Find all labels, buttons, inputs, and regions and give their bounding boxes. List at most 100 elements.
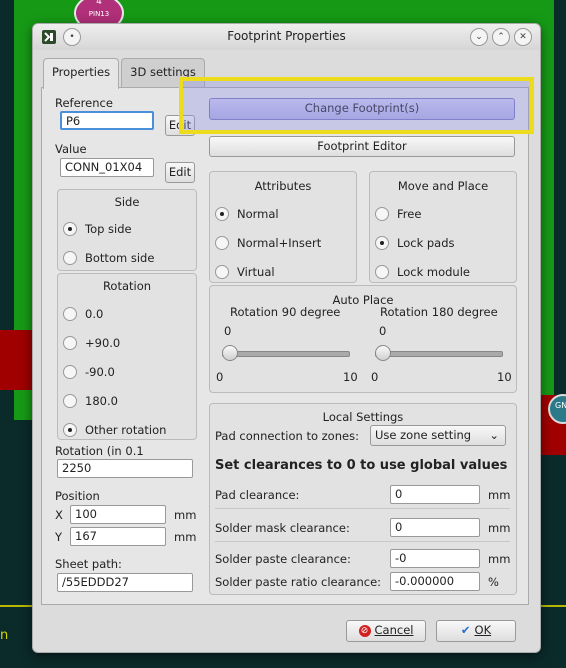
radio-lock-pads[interactable] (375, 236, 389, 250)
side-title: Side (114, 195, 140, 209)
top-side-label: Top side (85, 222, 132, 236)
pad-connection-select[interactable]: Use zone setting ⌄ (370, 425, 506, 446)
rot90-max: 10 (343, 370, 358, 384)
cancel-icon: ⊘ (358, 624, 371, 637)
position-label: Position (55, 489, 100, 503)
rot-minus90-label: -90.0 (85, 365, 115, 379)
pcb-pad-net: PIN13 (88, 10, 110, 18)
close-button[interactable]: ✕ (514, 28, 532, 46)
radio-rot-minus90[interactable] (63, 365, 77, 379)
attr-normal-insert-label: Normal+Insert (237, 236, 322, 250)
lock-module-label: Lock module (397, 265, 470, 279)
reference-label: Reference (55, 96, 113, 110)
rot180-slider-handle[interactable] (375, 345, 391, 361)
rot-other-label: Other rotation (85, 423, 167, 437)
rotation-group: Rotation 0.0 +90.0 -90.0 180.0 Other rot… (57, 273, 197, 440)
position-x-unit: mm (174, 508, 197, 522)
position-y-input[interactable]: 167 (70, 527, 166, 546)
ok-button[interactable]: ✔ OK (436, 620, 516, 642)
rot90-min: 0 (216, 370, 224, 384)
maximize-button[interactable]: ⌃ (492, 28, 510, 46)
side-group: Side Top side Bottom side (57, 189, 197, 271)
chevron-down-icon: ⌄ (489, 428, 499, 442)
radio-move-free[interactable] (375, 207, 389, 221)
separator (215, 541, 510, 542)
rot-plus90-label: +90.0 (85, 336, 121, 350)
rot180-max: 10 (497, 370, 512, 384)
radio-bottom-side[interactable] (63, 251, 77, 265)
solder-paste-ratio-unit: % (488, 575, 499, 589)
solder-mask-label: Solder mask clearance: (215, 521, 350, 535)
solder-paste-ratio-input[interactable]: -0.000000 (390, 572, 480, 591)
rot-180-label: 180.0 (85, 394, 118, 408)
lock-pads-label: Lock pads (397, 236, 455, 250)
attr-normal-label: Normal (237, 207, 279, 221)
properties-panel: Reference P6 Edit Value CONN_01X04 Edit … (41, 87, 529, 605)
rot90-slider-track[interactable] (222, 351, 350, 357)
solder-mask-input[interactable]: 0 (390, 518, 480, 537)
sheet-path-label: Sheet path: (55, 557, 122, 571)
local-settings-title: Local Settings (322, 410, 404, 424)
rot180-value: 0 (379, 324, 387, 338)
solder-paste-label: Solder paste clearance: (215, 552, 351, 566)
dialog-title: Footprint Properties (227, 29, 346, 43)
radio-attr-normal-insert[interactable] (215, 236, 229, 250)
tab-properties[interactable]: Properties (43, 58, 119, 89)
solder-paste-ratio-label: Solder paste ratio clearance: (215, 575, 382, 589)
rotation-custom-label: Rotation (in 0.1 (55, 444, 144, 458)
value-edit-button[interactable]: Edit (165, 162, 195, 183)
value-label: Value (55, 142, 87, 156)
ok-label: OK (474, 623, 492, 637)
pcb-pad-number: 4 (96, 0, 102, 7)
radio-lock-module[interactable] (375, 265, 389, 279)
rot180-slider-track[interactable] (375, 351, 503, 357)
position-y-unit: mm (174, 530, 197, 544)
pad-clearance-label: Pad clearance: (215, 488, 300, 502)
sheet-path-input[interactable]: /55EDDD27 (57, 573, 193, 592)
move-place-title: Move and Place (397, 179, 489, 193)
solder-paste-input[interactable]: -0 (390, 549, 480, 568)
rot-0-label: 0.0 (85, 307, 104, 321)
position-y-label: Y (55, 530, 63, 544)
pcb-pad-right-label: GN (555, 401, 566, 410)
title-bar[interactable]: • Footprint Properties ⌄ ⌃ ✕ (33, 24, 540, 50)
radio-top-side[interactable] (63, 222, 77, 236)
position-x-label: X (55, 508, 63, 522)
radio-rot-0[interactable] (63, 307, 77, 321)
auto-place-group: Auto Place Rotation 90 degree 0 0 10 Rot… (209, 285, 517, 393)
rot180-label: Rotation 180 degree (380, 305, 498, 319)
radio-attr-normal[interactable] (215, 207, 229, 221)
cancel-label: Cancel (374, 623, 414, 637)
local-settings-group: Local Settings Pad connection to zones: … (209, 403, 517, 595)
rot90-value: 0 (224, 324, 232, 338)
radio-rot-plus90[interactable] (63, 336, 77, 350)
footprint-editor-button[interactable]: Footprint Editor (209, 136, 515, 157)
reference-input[interactable]: P6 (60, 111, 154, 130)
separator (215, 508, 510, 509)
value-input[interactable]: CONN_01X04 (60, 158, 154, 177)
pad-clearance-unit: mm (488, 488, 511, 502)
solder-mask-unit: mm (488, 521, 511, 535)
highlight-box (179, 77, 534, 134)
pad-clearance-input[interactable]: 0 (390, 485, 480, 504)
checkmark-icon: ✔ (460, 623, 471, 637)
radio-attr-virtual[interactable] (215, 265, 229, 279)
radio-rot-180[interactable] (63, 394, 77, 408)
move-place-group: Move and Place Free Lock pads Lock modul… (369, 171, 517, 283)
radio-rot-other[interactable] (63, 423, 77, 437)
rot180-min: 0 (371, 370, 379, 384)
pad-connection-label: Pad connection to zones: (215, 429, 359, 443)
rotation-custom-input[interactable]: 2250 (57, 459, 193, 478)
rot90-slider-handle[interactable] (222, 345, 238, 361)
position-x-input[interactable]: 100 (70, 505, 166, 524)
pad-connection-value: Use zone setting (375, 428, 472, 442)
attributes-group: Attributes Normal Normal+Insert Virtual (209, 171, 357, 283)
cancel-button[interactable]: ⊘ Cancel (346, 620, 426, 642)
attributes-title: Attributes (254, 179, 312, 193)
minimize-button[interactable]: ⌄ (470, 28, 488, 46)
bottom-side-label: Bottom side (85, 251, 155, 265)
solder-paste-unit: mm (488, 552, 511, 566)
clearance-heading: Set clearances to 0 to use global values (215, 458, 508, 473)
attr-virtual-label: Virtual (237, 265, 275, 279)
rot90-label: Rotation 90 degree (230, 305, 341, 319)
